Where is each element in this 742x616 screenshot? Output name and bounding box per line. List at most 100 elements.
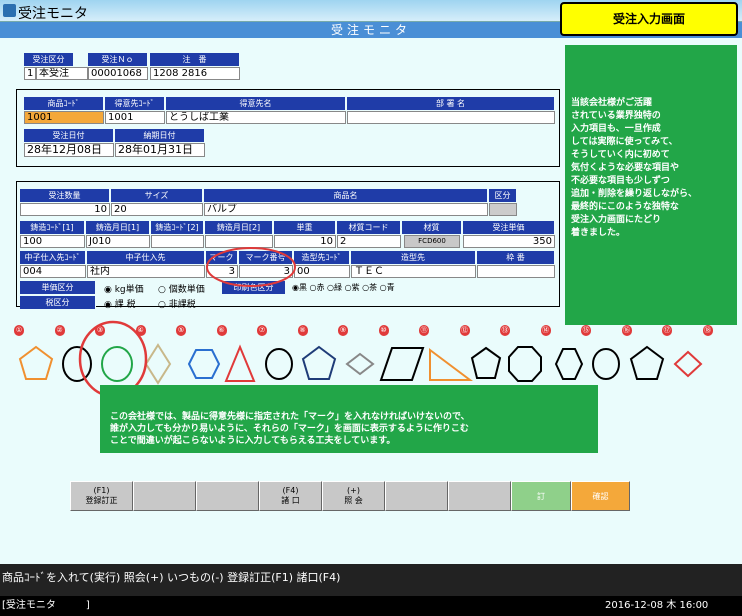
label-dept: 部 署 名: [347, 97, 555, 110]
label-kubun: 受注区分: [24, 53, 74, 66]
label-cast-date2: 鋳造月日[2]: [205, 221, 273, 234]
order-date-field[interactable]: 28年12月08日: [24, 143, 114, 157]
taskbar-app[interactable]: [受注モニタ ]: [2, 596, 90, 616]
material-code-field[interactable]: 2: [337, 235, 401, 248]
label-order-date: 受注日付: [24, 129, 114, 142]
mark-number-18: ⑱: [702, 325, 713, 336]
label-size: サイズ: [111, 189, 203, 202]
mold-name-field: ＴＥＣ: [351, 265, 476, 278]
radio-unit-piece-label: 個数単価: [168, 285, 205, 295]
mark-shape-diamond-gray: [345, 352, 375, 376]
mark-number-12: ⑫: [459, 325, 470, 336]
fkey-f1-button[interactable]: (F1) 登録訂正: [70, 481, 133, 511]
print-color-0: 黒: [298, 283, 307, 292]
label-material-code: 材質コード: [337, 221, 401, 234]
kbn-field[interactable]: [489, 203, 517, 216]
radio-tax-free-label: 非課税: [168, 300, 196, 310]
mark-number-9: ⑨: [338, 325, 348, 336]
mark-number-13: ⑬: [500, 325, 510, 336]
label-item-name: 商品名: [204, 189, 488, 202]
fkey-teisei-button[interactable]: 訂: [511, 481, 571, 511]
mark-shape-pentagon-black: [470, 346, 502, 379]
mark-number-17: ⑰: [662, 325, 672, 336]
mark-shape-triangle-red: [224, 344, 256, 382]
chuban-field[interactable]: 1208 2816: [150, 67, 240, 80]
radio-tax-label: 課 税: [114, 300, 136, 310]
fkey-2-button[interactable]: [133, 481, 196, 511]
mark-number-6: ⑥: [216, 325, 227, 336]
label-due-date: 納期日付: [115, 129, 205, 142]
price-field[interactable]: 350: [463, 235, 555, 248]
mark-number-8: ⑧: [297, 325, 308, 336]
core-name-field: 社内: [87, 265, 205, 278]
mark-shape-pentagon-orange: [18, 345, 54, 380]
taskbar: [受注モニタ ] 2016-12-08 木 16:00: [0, 596, 742, 616]
mark-number-14: ⑭: [540, 325, 551, 336]
order-no[interactable]: 00001068: [88, 67, 148, 80]
mark-highlight-ellipse: [206, 247, 296, 287]
mark-number-10: ⑩: [378, 325, 389, 336]
fkey-confirm-button[interactable]: 確認: [571, 481, 630, 511]
fkey-f4-button[interactable]: (F4) 諸 口: [259, 481, 322, 511]
label-chuban: 注 番: [150, 53, 240, 66]
label-qty: 受注数量: [20, 189, 110, 202]
cast-code2-field[interactable]: [151, 235, 204, 248]
label-order-no: 受注Ｎｏ: [88, 53, 148, 66]
item-name-field[interactable]: バルブ: [204, 203, 488, 216]
product-code-input[interactable]: 1001: [24, 111, 104, 124]
mark-shape-ellipse-black-2: [265, 348, 293, 380]
mark-number-7: ⑦: [257, 325, 267, 336]
label-product-code: 商品ｺｰﾄﾞ: [24, 97, 104, 110]
mark-shape-diamond-red: [673, 350, 703, 378]
mark-shape-diamond-beige: [144, 343, 172, 385]
mark-number-1: ①: [14, 325, 24, 336]
radio-unit-kg-label: kg単価: [114, 285, 144, 295]
label-material: 材質: [402, 221, 462, 234]
print-color-5: 青: [386, 283, 395, 292]
label-cast-code1: 鋳造ｺｰﾄﾞ[1]: [20, 221, 85, 234]
mark-shape-triangle-orange: [429, 348, 473, 381]
cust-code-input[interactable]: 1001: [105, 111, 165, 124]
core-code-field[interactable]: 004: [20, 265, 86, 278]
radio-tax-free[interactable]: ○ 非課税: [158, 297, 196, 310]
print-color-3: 紫: [351, 283, 360, 292]
cast-code1-field[interactable]: 100: [20, 235, 85, 248]
radio-tax[interactable]: ◉ 課 税: [104, 297, 136, 310]
kubun-code[interactable]: 1: [24, 67, 36, 80]
frame-no-field[interactable]: [477, 265, 555, 278]
radio-unit-piece[interactable]: ○ 個数単価: [158, 282, 205, 295]
fkey-6-button[interactable]: [385, 481, 448, 511]
cast-date1-field[interactable]: J010: [86, 235, 150, 248]
taskbar-clock: 2016-12-08 木 16:00: [605, 600, 709, 611]
label-core-code: 中子仕入先ｺｰﾄﾞ: [20, 251, 86, 264]
fkey-3-button[interactable]: [196, 481, 259, 511]
kubun-name: 本受注: [36, 67, 88, 80]
due-date-field[interactable]: 28年01月31日: [115, 143, 205, 157]
print-color-radios[interactable]: ◉黒 ○赤 ○緑 ○紫 ○茶 ○青: [292, 282, 395, 293]
app-icon: [3, 4, 16, 17]
size-field[interactable]: 20: [111, 203, 203, 216]
label-kbn: 区分: [489, 189, 517, 202]
mark-shape-pentagon-navy: [301, 345, 337, 380]
cust-name-field: とうしば工業: [166, 111, 346, 124]
mark-shape-hexagon-black: [554, 348, 584, 380]
label-mold-code: 造型先ｺｰﾄﾞ: [294, 251, 350, 264]
fkey-plus-button[interactable]: (+) 照 会: [322, 481, 385, 511]
material-button[interactable]: FCD600: [404, 235, 460, 248]
mold-code-field[interactable]: 00: [294, 265, 350, 278]
status-bar: 商品ｺｰﾄﾞを入れて(実行) 照会(+) いつもの(-) 登録訂正(F1) 諸口…: [0, 564, 742, 596]
function-key-bar: (F1) 登録訂正 (F4) 諸 口 (+) 照 会 訂 確認: [70, 481, 630, 511]
qty-field[interactable]: 10: [20, 203, 110, 216]
mark-shape-octagon-black: [508, 346, 542, 382]
radio-unit-kg[interactable]: ◉ kg単価: [104, 282, 144, 295]
label-cast-code2: 鋳造ｺｰﾄﾞ[2]: [151, 221, 204, 234]
label-frame-no: 枠 番: [477, 251, 555, 264]
mark-number-15: ⑮: [581, 325, 591, 336]
label-cust-code: 得意先ｺｰﾄﾞ: [105, 97, 165, 110]
window-title: 受注モニタ: [18, 6, 88, 22]
dept-field: [347, 111, 555, 124]
mark-shape-hexagon-blue: [187, 349, 221, 379]
fkey-7-button[interactable]: [448, 481, 511, 511]
mark-number-11: ⑪: [419, 325, 429, 336]
label-weight: 単重: [274, 221, 336, 234]
